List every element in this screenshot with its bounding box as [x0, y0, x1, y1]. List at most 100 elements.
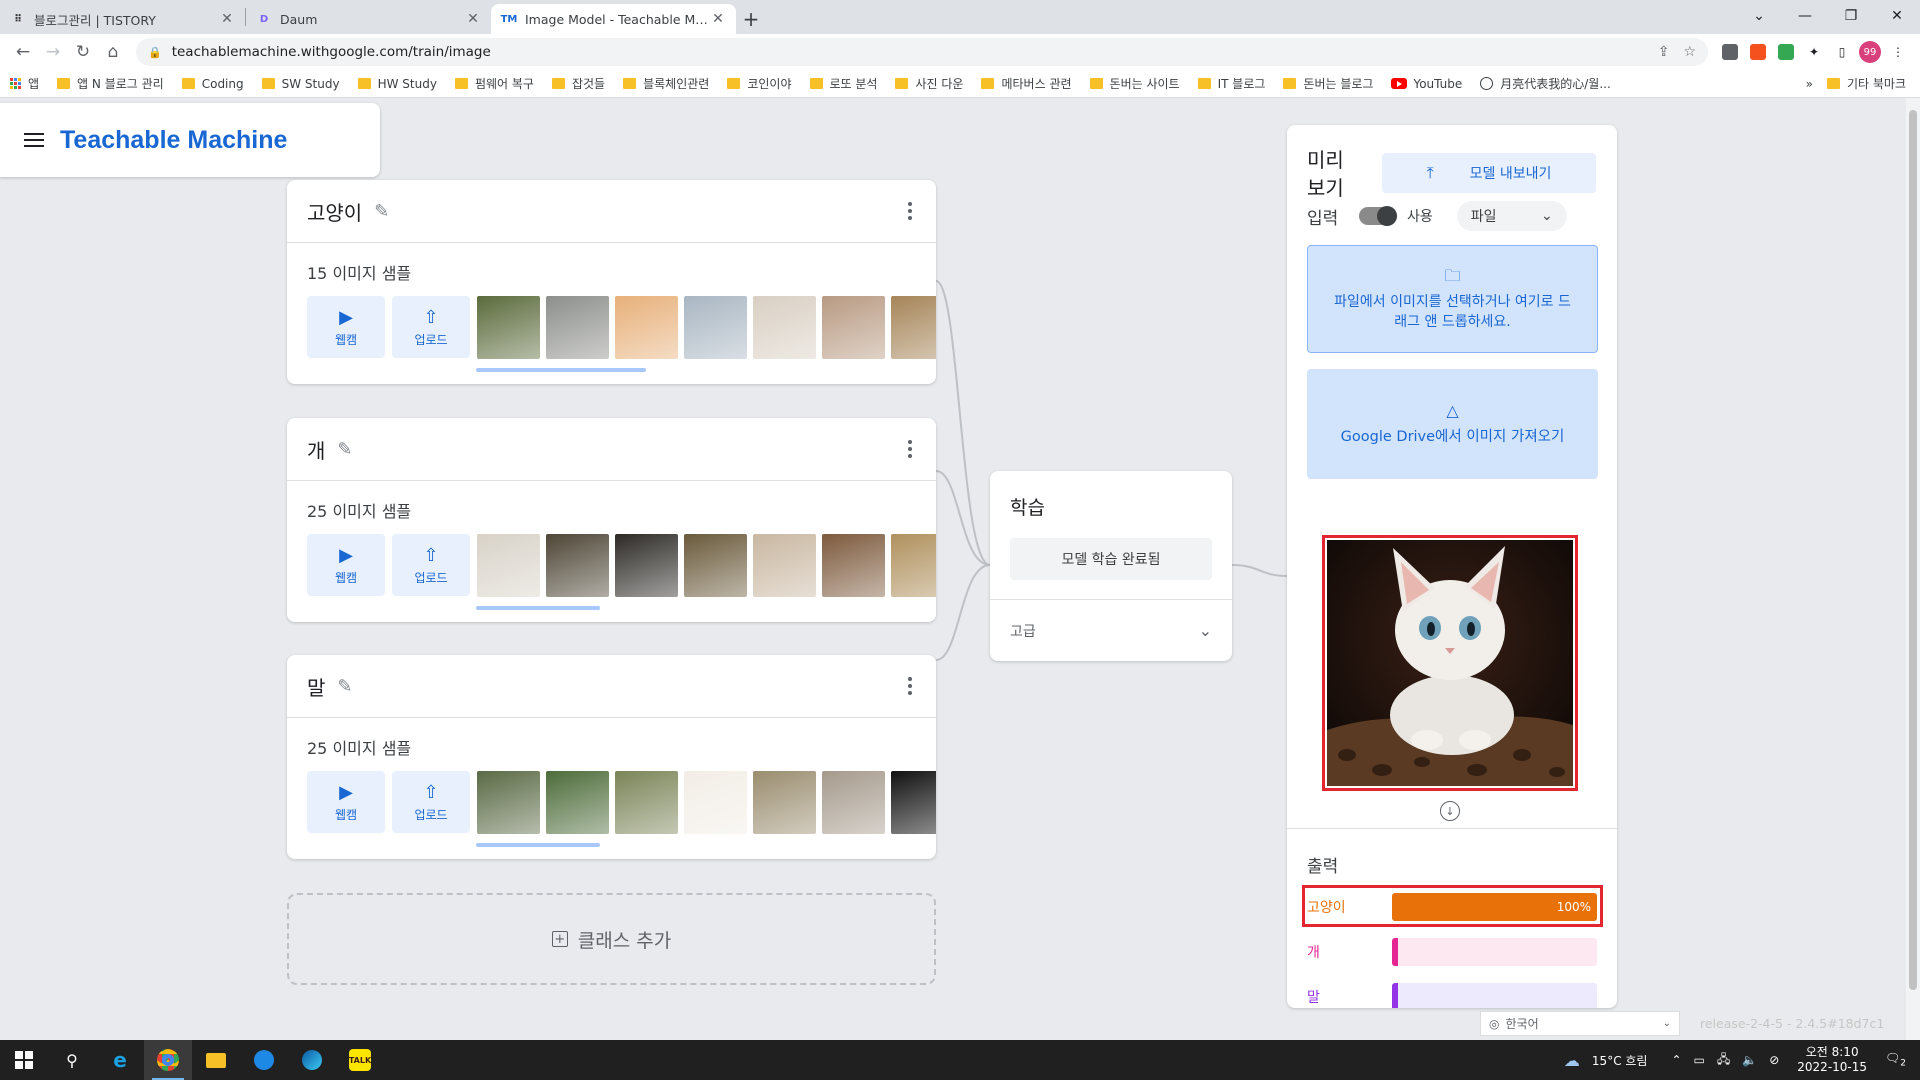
bookmark-folder[interactable]: SW Study [261, 77, 340, 91]
sample-thumbnail[interactable] [477, 296, 540, 359]
remote-app-icon[interactable] [240, 1040, 288, 1080]
class-name[interactable]: 고양이 [307, 197, 362, 226]
tab-search-icon[interactable]: ⌄ [1736, 0, 1782, 32]
bookmark-folder[interactable]: 블록체인관련 [623, 75, 709, 92]
sample-thumbnail[interactable] [546, 771, 609, 834]
clock[interactable]: 오전 8:10 2022-10-15 [1797, 1045, 1867, 1075]
upload-button[interactable]: ⇧ 업로드 [392, 296, 470, 358]
network-icon[interactable]: 🖧 [1717, 1050, 1730, 1071]
internet-explorer-icon[interactable]: e [96, 1040, 144, 1080]
file-dropzone[interactable]: 🗀 파일에서 이미지를 선택하거나 여기로 드래그 앤 드롭하세요. [1307, 245, 1598, 353]
mute-icon[interactable]: ⊘ [1769, 1053, 1779, 1067]
thumbnail-scrollbar[interactable] [476, 843, 600, 847]
sample-thumbnail[interactable] [891, 296, 936, 359]
sample-thumbnail[interactable] [477, 534, 540, 597]
more-options-icon[interactable] [904, 198, 916, 224]
bookmark-folder[interactable]: Coding [181, 77, 244, 91]
tab-tistory[interactable]: ⠿ 블로그관리 | TISTORY ✕ [0, 4, 245, 34]
train-model-button[interactable]: 모델 학습 완료됨 [1010, 538, 1212, 580]
sample-thumbnail[interactable] [753, 296, 816, 359]
bookmark-folder[interactable]: 돈버는 블로그 [1283, 75, 1373, 92]
side-panel-icon[interactable]: ▯ [1829, 39, 1855, 65]
address-bar[interactable]: 🔒 teachablemachine.withgoogle.com/train/… [136, 38, 1708, 66]
back-icon[interactable]: ← [8, 37, 38, 67]
sample-thumbnail[interactable] [615, 296, 678, 359]
more-options-icon[interactable] [904, 436, 916, 462]
sample-thumbnail[interactable] [822, 534, 885, 597]
app-title[interactable]: Teachable Machine [60, 126, 287, 155]
sample-thumbnail[interactable] [822, 771, 885, 834]
bookmark-folder[interactable]: 사진 다운 [895, 75, 963, 92]
tab-teachable-machine[interactable]: TM Image Model - Teachable Machine ✕ [491, 4, 736, 34]
thumbnail-scrollbar[interactable] [476, 368, 646, 372]
tab-daum[interactable]: D Daum ✕ [246, 4, 491, 34]
sample-thumbnail[interactable] [891, 771, 936, 834]
sample-thumbnail[interactable] [477, 771, 540, 834]
language-select[interactable]: ◎ 한국어 ⌄ [1480, 1011, 1680, 1036]
profile-avatar[interactable]: 99 [1857, 39, 1883, 65]
scrollbar-thumb[interactable] [1909, 110, 1917, 990]
bookmark-folder[interactable]: 메타버스 관련 [981, 75, 1072, 92]
bookmark-star-icon[interactable]: ☆ [1683, 44, 1696, 60]
bookmark-apps[interactable]: 앱 [10, 75, 39, 92]
minimize-icon[interactable]: — [1782, 0, 1828, 32]
thumbnail-scrollbar[interactable] [476, 606, 600, 610]
bookmark-folder[interactable]: 앱 N 블로그 관리 [57, 75, 164, 92]
close-window-icon[interactable]: ✕ [1874, 0, 1920, 32]
menu-icon[interactable] [24, 133, 44, 147]
file-explorer-icon[interactable] [192, 1040, 240, 1080]
bookmark-folder[interactable]: 펌웨어 복구 [454, 75, 534, 92]
lock-icon[interactable]: 🔒 [148, 46, 162, 59]
close-tab-icon[interactable]: ✕ [219, 11, 235, 27]
edit-pencil-icon[interactable]: ✎ [337, 676, 352, 697]
bookmark-folder[interactable]: 잡것들 [551, 75, 605, 92]
close-tab-icon[interactable]: ✕ [710, 11, 726, 27]
bookmark-folder[interactable]: 로또 분석 [809, 75, 877, 92]
class-name[interactable]: 개 [307, 435, 325, 464]
extension-icon[interactable] [1773, 39, 1799, 65]
bookmark-youtube[interactable]: YouTube [1391, 77, 1462, 91]
extension-icon[interactable] [1717, 39, 1743, 65]
sample-thumbnail[interactable] [615, 534, 678, 597]
extensions-puzzle-icon[interactable]: ✦ [1801, 39, 1827, 65]
more-options-icon[interactable] [904, 673, 916, 699]
sample-thumbnail[interactable] [546, 534, 609, 597]
sample-thumbnail[interactable] [753, 534, 816, 597]
sample-thumbnail[interactable] [684, 771, 747, 834]
webcam-button[interactable]: ▶ 웹캠 [307, 296, 385, 358]
restore-icon[interactable]: ❐ [1828, 0, 1874, 32]
close-tab-icon[interactable]: ✕ [465, 11, 481, 27]
chrome-icon[interactable] [144, 1040, 192, 1080]
bookmark-folder[interactable]: HW Study [357, 77, 437, 91]
reload-icon[interactable]: ↻ [68, 37, 98, 67]
bookmark-folder[interactable]: IT 블로그 [1197, 75, 1265, 92]
bookmark-link[interactable]: 月亮代表我的心/월... [1480, 75, 1611, 92]
sample-thumbnail[interactable] [753, 771, 816, 834]
share-icon[interactable]: ⇪ [1658, 44, 1670, 60]
url-text[interactable]: teachablemachine.withgoogle.com/train/im… [172, 44, 491, 60]
sample-thumbnail[interactable] [684, 296, 747, 359]
weather-cloud-icon[interactable]: ☁ [1564, 1051, 1580, 1070]
sample-thumbnail[interactable] [684, 534, 747, 597]
edit-pencil-icon[interactable]: ✎ [337, 439, 352, 460]
other-bookmarks-folder[interactable]: 기타 북마크 [1826, 75, 1906, 92]
kakaotalk-icon[interactable]: TALK [336, 1040, 384, 1080]
export-model-button[interactable]: ⤒ 모델 내보내기 [1382, 153, 1596, 193]
tray-chevron-up-icon[interactable]: ⌃ [1671, 1053, 1681, 1067]
bookmark-folder[interactable]: 돈버는 사이트 [1089, 75, 1180, 92]
webcam-button[interactable]: ▶ 웹캠 [307, 771, 385, 833]
search-icon[interactable]: ⚲ [48, 1040, 96, 1080]
sample-thumbnail[interactable] [891, 534, 936, 597]
class-name[interactable]: 말 [307, 672, 325, 701]
edge-icon[interactable] [288, 1040, 336, 1080]
notification-center-icon[interactable]: 🗨2 [1885, 1051, 1906, 1068]
sample-thumbnail[interactable] [822, 296, 885, 359]
start-button[interactable] [0, 1040, 48, 1080]
extension-icon[interactable] [1745, 39, 1771, 65]
volume-icon[interactable]: 🔈 [1742, 1053, 1757, 1067]
page-scrollbar[interactable] [1906, 98, 1920, 1040]
bookmarks-overflow-button[interactable]: » [1806, 77, 1813, 91]
chrome-menu-icon[interactable]: ⋮ [1885, 39, 1911, 65]
google-drive-button[interactable]: △ Google Drive에서 이미지 가져오기 [1307, 369, 1598, 479]
bookmark-folder[interactable]: 코인이야 [727, 75, 792, 92]
